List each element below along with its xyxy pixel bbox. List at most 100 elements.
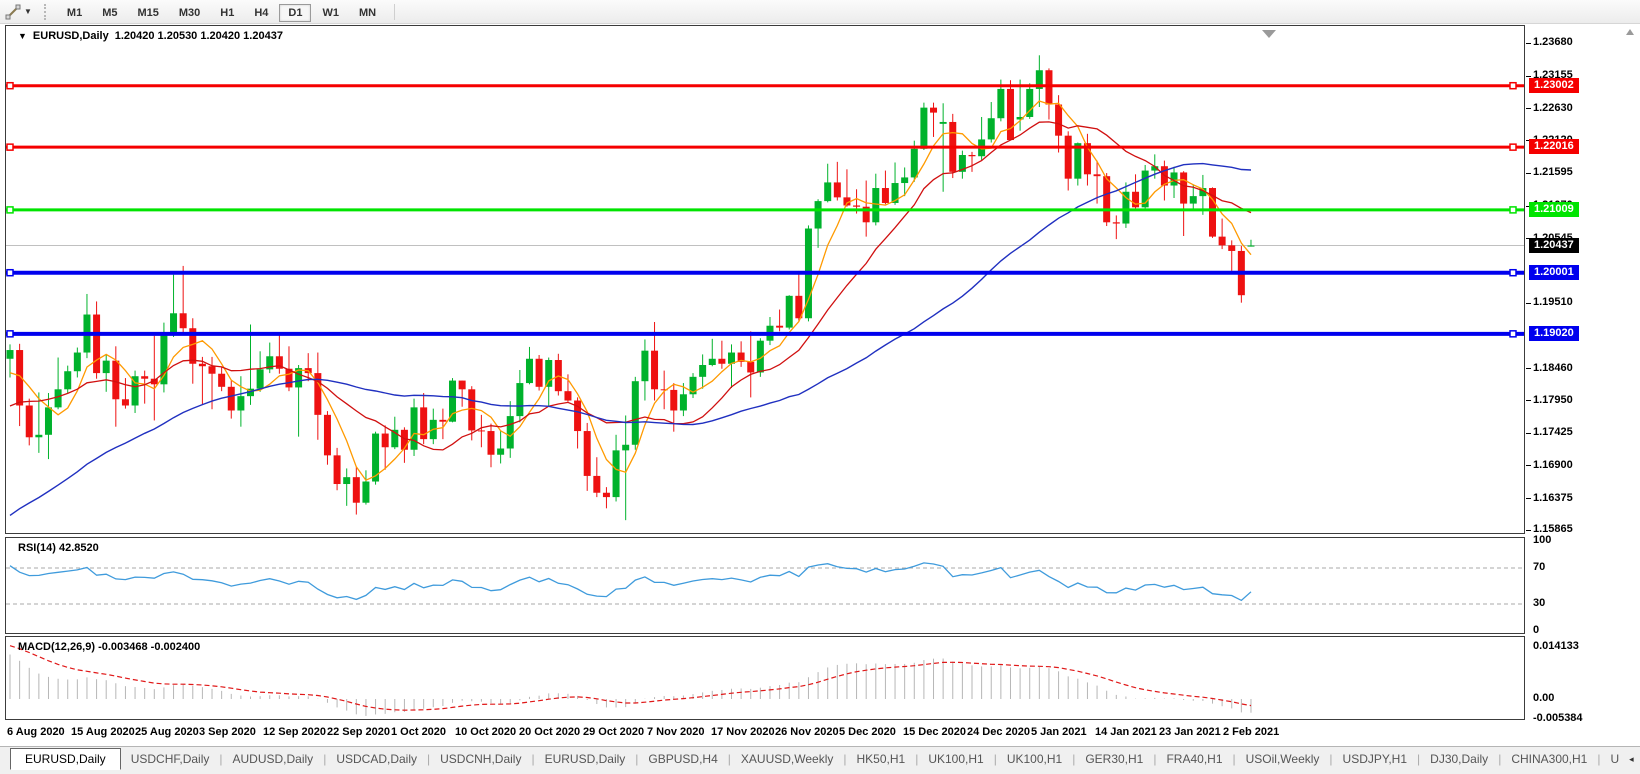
timeframe-button-MN[interactable]: MN bbox=[350, 4, 385, 22]
date-axis-label: 5 Dec 2020 bbox=[839, 726, 896, 738]
tool-dropdown-arrow-icon[interactable]: ▼ bbox=[24, 7, 32, 16]
price-axis-label: 1.16375 bbox=[1533, 492, 1573, 504]
price-tick bbox=[1526, 108, 1531, 109]
tab-china300-h1[interactable]: CHINA300,H1 bbox=[1501, 749, 1597, 769]
macd-axis-label: -0.005384 bbox=[1533, 712, 1583, 724]
toolbar-separator bbox=[394, 4, 395, 20]
tab-audusd-daily[interactable]: AUDUSD,Daily bbox=[223, 749, 324, 769]
main-chart-panel[interactable]: ▼ EURUSD,Daily 1.20420 1.20530 1.20420 1… bbox=[5, 25, 1525, 534]
date-axis-label: 6 Aug 2020 bbox=[7, 726, 65, 738]
line-draw-tool-icon[interactable] bbox=[4, 3, 22, 21]
price-tick bbox=[1526, 303, 1531, 304]
chart-shift-marker-icon bbox=[1262, 30, 1276, 38]
macd-label: MACD(12,26,9) -0.003468 -0.002400 bbox=[18, 641, 200, 653]
time-axis[interactable]: 6 Aug 2020 15 Aug 202025 Aug 20203 Sep 20… bbox=[5, 720, 1526, 745]
tab-uk100-h1[interactable]: UK100,H1 bbox=[997, 749, 1072, 769]
price-axis-label: 1.21595 bbox=[1533, 166, 1573, 178]
price-level-badge-1.22016: 1.22016 bbox=[1529, 139, 1579, 154]
tab-uk100-h1[interactable]: UK100,H1 bbox=[918, 749, 993, 769]
chart-title: ▼ EURUSD,Daily 1.20420 1.20530 1.20420 1… bbox=[18, 30, 283, 42]
price-tick bbox=[1526, 498, 1531, 499]
timeframe-buttons: M1M5M15M30H1H4D1W1MN bbox=[57, 3, 386, 21]
price-axis[interactable]: 1.236801.231551.226301.221201.215951.210… bbox=[1526, 25, 1640, 720]
price-axis-label: 1.19510 bbox=[1533, 296, 1573, 308]
price-axis-label: 1.17425 bbox=[1533, 426, 1573, 438]
macd-signal-line bbox=[10, 646, 1251, 711]
timeframe-button-M1[interactable]: M1 bbox=[58, 4, 91, 22]
timeframe-button-W1[interactable]: W1 bbox=[313, 4, 348, 22]
tab-hk50-h1[interactable]: HK50,H1 bbox=[846, 749, 915, 769]
rsi-panel[interactable]: RSI(14) 42.8520 bbox=[5, 537, 1525, 634]
date-axis-label: 15 Aug 2020 bbox=[71, 726, 135, 738]
tab-usdjpy-h1[interactable]: USDJPY,H1 bbox=[1333, 749, 1417, 769]
price-tick bbox=[1526, 368, 1531, 369]
rsi-label: RSI(14) 42.8520 bbox=[18, 542, 99, 554]
candlestick-chart[interactable] bbox=[6, 26, 1524, 533]
price-tick bbox=[1526, 400, 1531, 401]
tab-scroll-arrows: ◂▸ bbox=[1629, 754, 1640, 765]
tab-u[interactable]: U bbox=[1600, 749, 1629, 769]
date-axis-label: 20 Oct 2020 bbox=[519, 726, 580, 738]
rsi-axis-label: 70 bbox=[1533, 561, 1545, 573]
date-axis-label: 10 Oct 2020 bbox=[455, 726, 516, 738]
tab-usoil-weekly[interactable]: USOil,Weekly bbox=[1236, 749, 1330, 769]
chart-symbol-period: EURUSD,Daily bbox=[33, 30, 109, 42]
date-axis-label: 3 Sep 2020 bbox=[199, 726, 256, 738]
macd-chart bbox=[6, 637, 1524, 719]
rsi-chart bbox=[6, 538, 1524, 633]
price-axis-label: 1.23680 bbox=[1533, 36, 1573, 48]
price-axis-label: 1.17950 bbox=[1533, 394, 1573, 406]
tab-usdchf-daily[interactable]: USDCHF,Daily bbox=[121, 749, 220, 769]
price-level-badge-1.23002: 1.23002 bbox=[1529, 78, 1579, 93]
price-axis-label: 1.22630 bbox=[1533, 102, 1573, 114]
date-axis-label: 26 Nov 2020 bbox=[775, 726, 839, 738]
price-axis-label: 1.18460 bbox=[1533, 362, 1573, 374]
rsi-axis-label: 30 bbox=[1533, 597, 1545, 609]
timeframe-button-M30[interactable]: M30 bbox=[170, 4, 209, 22]
tab-scroll-left-icon[interactable]: ◂ bbox=[1629, 754, 1634, 765]
tab-eurusd-daily[interactable]: EURUSD,Daily bbox=[10, 748, 121, 770]
toolbar-grip[interactable] bbox=[44, 4, 51, 20]
tab-eurusd-daily[interactable]: EURUSD,Daily bbox=[535, 749, 636, 769]
tab-fra40-h1[interactable]: FRA40,H1 bbox=[1156, 749, 1232, 769]
rsi-axis-label: 100 bbox=[1533, 534, 1551, 546]
date-axis-label: 29 Oct 2020 bbox=[583, 726, 644, 738]
macd-panel[interactable]: MACD(12,26,9) -0.003468 -0.002400 bbox=[5, 636, 1525, 720]
timeframe-button-H1[interactable]: H1 bbox=[211, 4, 243, 22]
tab-usdcad-daily[interactable]: USDCAD,Daily bbox=[326, 749, 427, 769]
price-tick bbox=[1526, 465, 1531, 466]
timeframe-button-M15[interactable]: M15 bbox=[128, 4, 167, 22]
macd-axis-label: 0.00 bbox=[1533, 692, 1554, 704]
price-level-badge-1.20001: 1.20001 bbox=[1529, 265, 1579, 280]
current-price-badge: 1.20437 bbox=[1529, 238, 1579, 253]
price-tick bbox=[1526, 76, 1531, 77]
footer-strip bbox=[0, 770, 1640, 774]
scale-arrow-icon[interactable] bbox=[1626, 29, 1634, 35]
tab-gbpusd-h4[interactable]: GBPUSD,H4 bbox=[638, 749, 727, 769]
date-axis-label: 12 Sep 2020 bbox=[263, 726, 326, 738]
date-axis-label: 7 Nov 2020 bbox=[647, 726, 704, 738]
top-toolbar: ▼ M1M5M15M30H1H4D1W1MN bbox=[0, 0, 1640, 24]
price-level-badge-1.21009: 1.21009 bbox=[1529, 202, 1579, 217]
price-tick bbox=[1526, 173, 1531, 174]
chart-collapse-icon[interactable]: ▼ bbox=[18, 31, 27, 41]
price-tick bbox=[1526, 433, 1531, 434]
tab-usdcnh-daily[interactable]: USDCNH,Daily bbox=[430, 749, 531, 769]
date-axis-label: 25 Aug 2020 bbox=[135, 726, 199, 738]
timeframe-button-D1[interactable]: D1 bbox=[279, 4, 311, 22]
rsi-line bbox=[10, 563, 1251, 601]
chart-ohlc-values: 1.20420 1.20530 1.20420 1.20437 bbox=[115, 30, 283, 42]
date-axis-label: 15 Dec 2020 bbox=[903, 726, 966, 738]
date-axis-label: 14 Jan 2021 bbox=[1095, 726, 1157, 738]
price-tick bbox=[1526, 530, 1531, 531]
macd-axis-label: 0.014133 bbox=[1533, 640, 1579, 652]
tab-xauusd-weekly[interactable]: XAUUSD,Weekly bbox=[731, 749, 843, 769]
timeframe-button-H4[interactable]: H4 bbox=[245, 4, 277, 22]
date-axis-label: 24 Dec 2020 bbox=[967, 726, 1030, 738]
date-axis-label: 2 Feb 2021 bbox=[1223, 726, 1279, 738]
timeframe-button-M5[interactable]: M5 bbox=[93, 4, 126, 22]
candles-layer bbox=[7, 55, 1255, 520]
tab-dj30-daily[interactable]: DJ30,Daily bbox=[1420, 749, 1498, 769]
date-axis-label: 17 Nov 2020 bbox=[711, 726, 775, 738]
tab-ger30-h1[interactable]: GER30,H1 bbox=[1075, 749, 1153, 769]
